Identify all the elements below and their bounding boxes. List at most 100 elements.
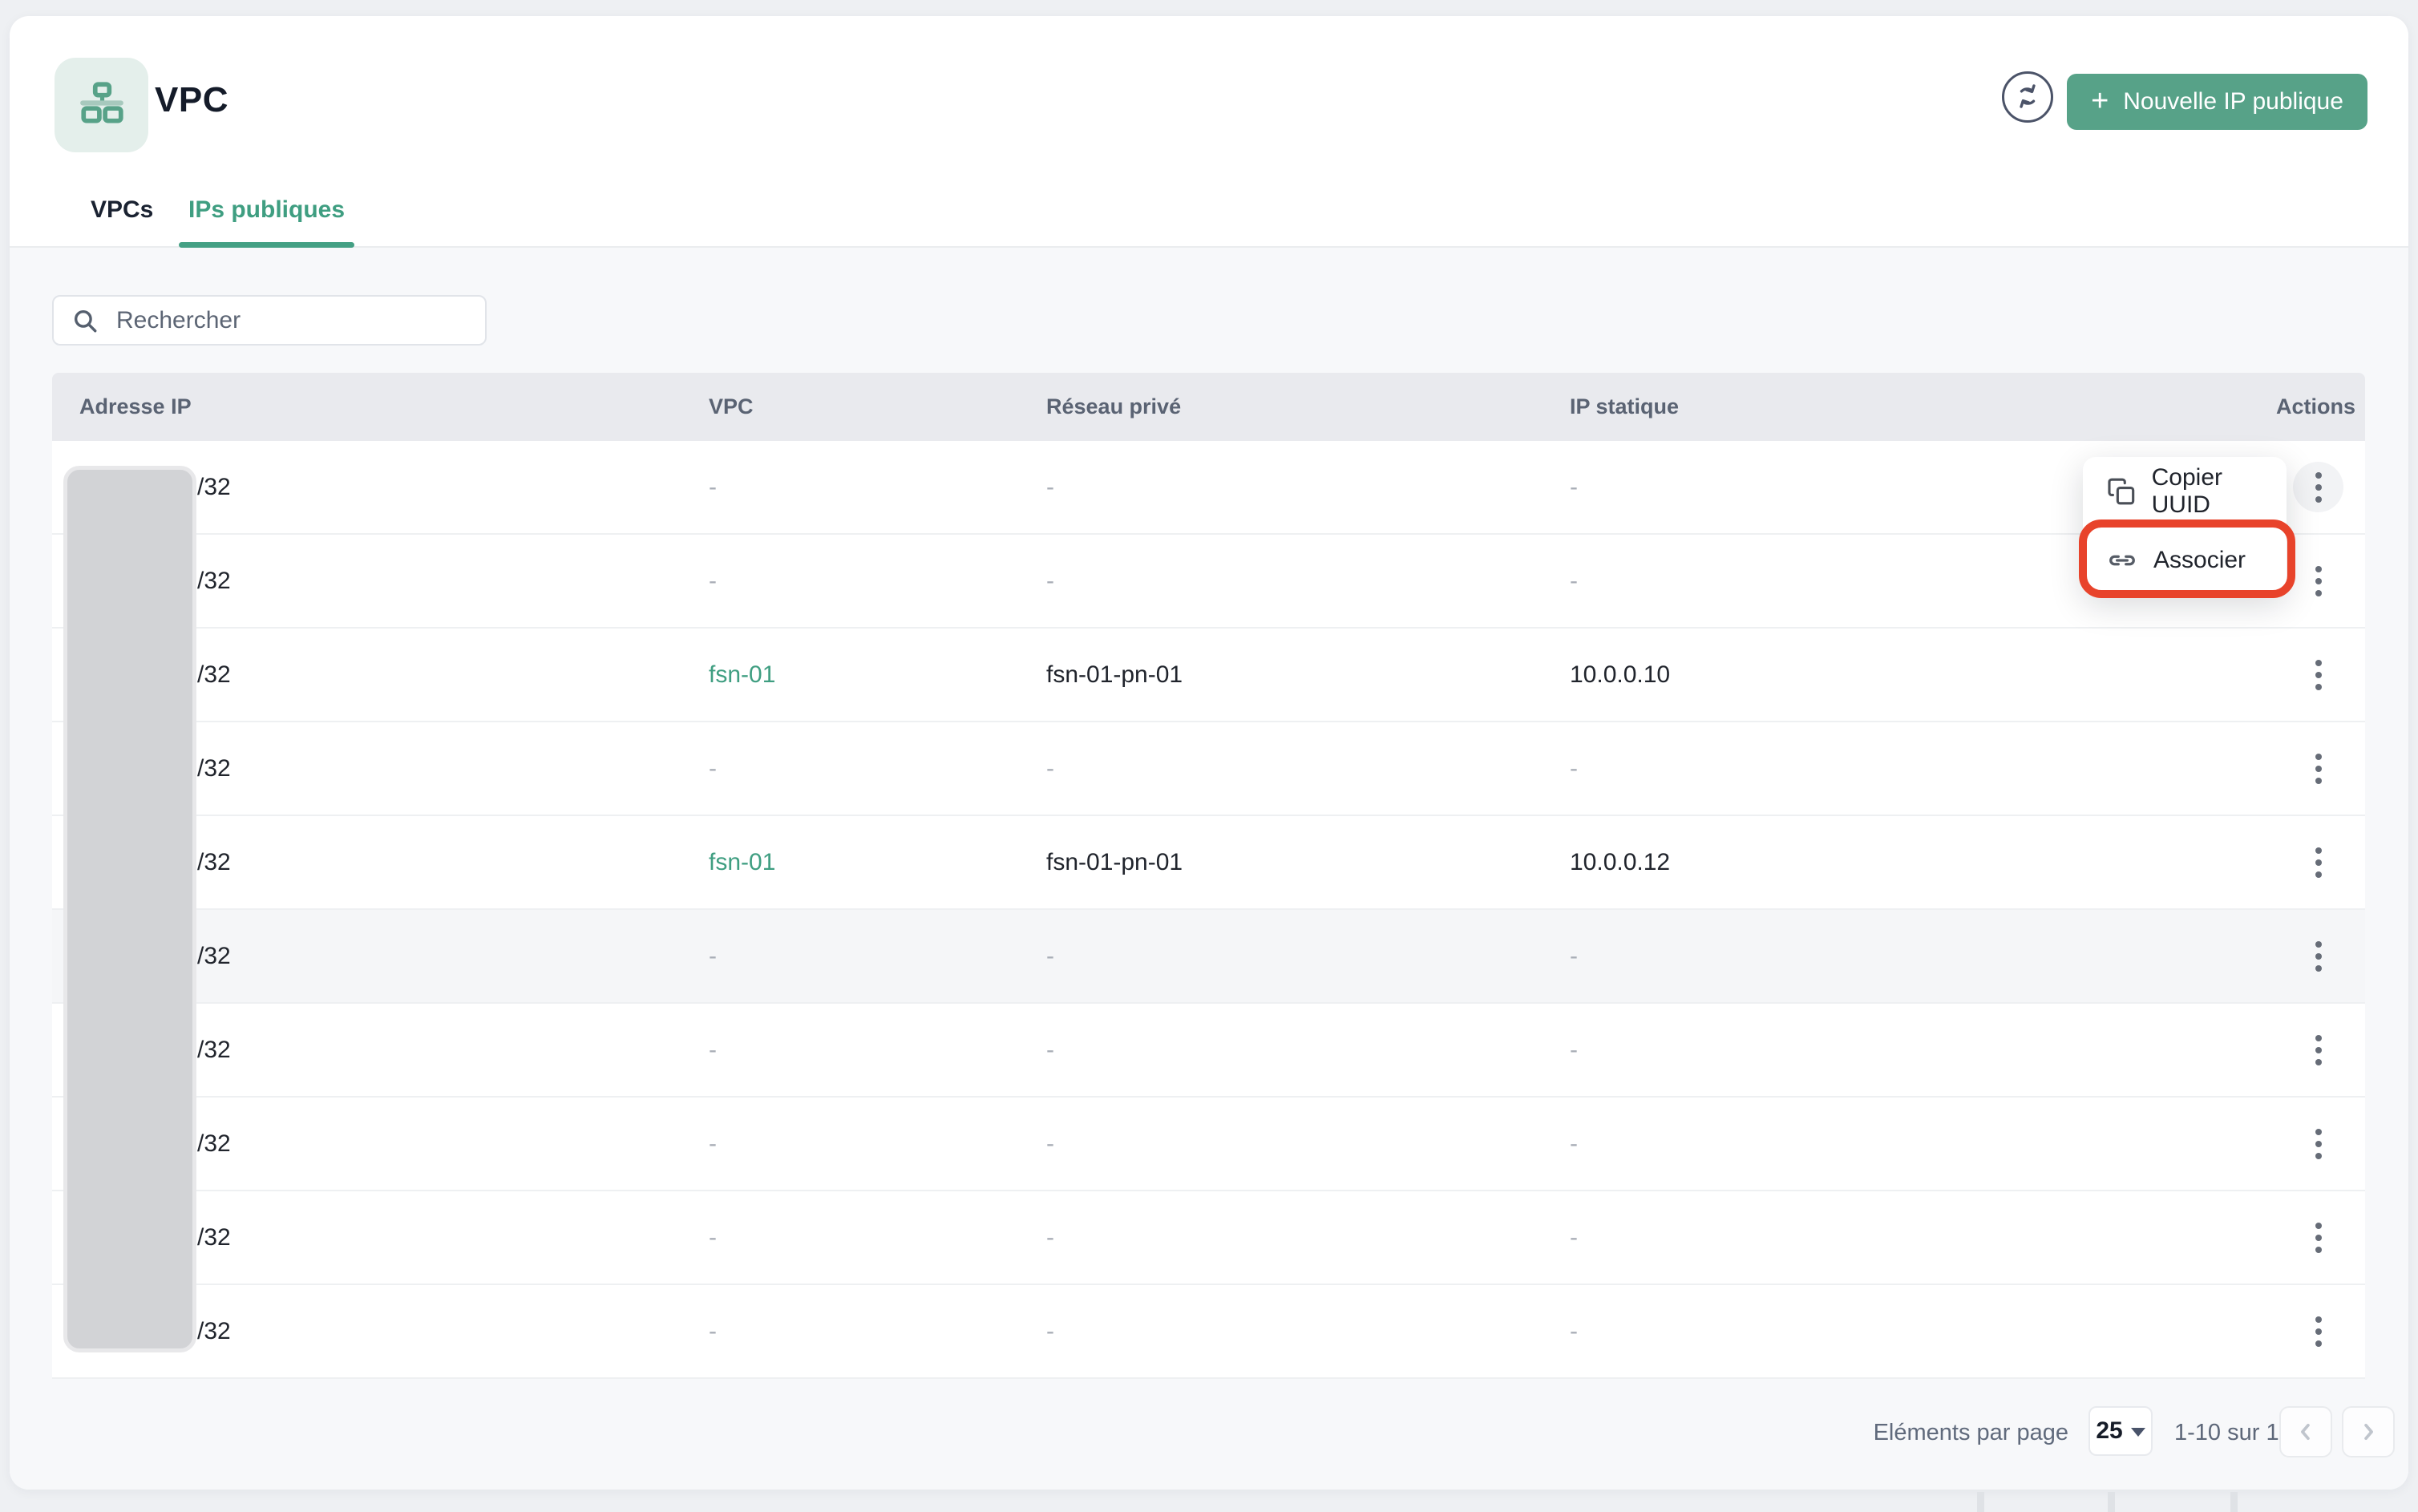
table-row: /32 - - -: [52, 910, 2365, 1004]
copy-icon: [2107, 477, 2136, 506]
kebab-dot: [2315, 484, 2322, 491]
cell-ip-address: /32: [197, 1318, 231, 1344]
page-title: VPC: [155, 80, 228, 120]
table-row: /32---: [52, 1285, 2365, 1379]
chevron-right-icon: [2357, 1421, 2380, 1443]
row-actions-kebab-button[interactable]: [2293, 743, 2343, 794]
menu-item-associer-label: Associer: [2153, 547, 2246, 574]
refresh-icon: [2014, 83, 2041, 112]
cell-private-network: -: [1046, 474, 1054, 500]
cell-private-network: -: [1046, 943, 1054, 969]
active-tab-underline: [179, 242, 354, 248]
next-page-button[interactable]: [2342, 1406, 2395, 1457]
cell-vpc: -: [709, 1224, 717, 1251]
table-row: /32---: [52, 722, 2365, 816]
row-actions-kebab-button[interactable]: [2293, 649, 2343, 700]
cell-vpc: -: [709, 1130, 717, 1157]
cell-static-ip: 10.0.0.10: [1570, 661, 1670, 688]
cell-ip-address: /32: [197, 1224, 231, 1251]
kebab-dot: [2315, 1141, 2322, 1147]
cell-private-network: fsn-01-pn-01: [1046, 661, 1183, 688]
tab-ips-publiques[interactable]: IPs publiques: [179, 196, 354, 224]
previous-page-button[interactable]: [2279, 1406, 2332, 1457]
table-row: /32fsn-01fsn-01-pn-0110.0.0.12: [52, 816, 2365, 910]
search-input[interactable]: [116, 307, 461, 334]
plus-icon: +: [2091, 86, 2109, 116]
kebab-dot: [2315, 1328, 2322, 1335]
table-row: /32 - - -: [52, 1191, 2365, 1285]
page-size-select[interactable]: 25: [2088, 1406, 2153, 1456]
kebab-dot: [2315, 1129, 2322, 1135]
row-actions-menu: Copier UUID Associer: [2083, 457, 2287, 595]
search-box[interactable]: [52, 295, 487, 346]
cell-ip-address: /32: [197, 755, 231, 782]
kebab-dot: [2315, 566, 2322, 572]
kebab-dot: [2315, 1316, 2322, 1323]
kebab-dot: [2315, 778, 2322, 784]
table-row: /32---: [52, 441, 2365, 535]
new-public-ip-label: Nouvelle IP publique: [2123, 88, 2343, 115]
new-public-ip-button[interactable]: + Nouvelle IP publique: [2067, 74, 2367, 130]
kebab-dot: [2315, 660, 2322, 666]
col-header-adresse-ip: Adresse IP: [52, 394, 709, 419]
cell-static-ip: -: [1570, 568, 1578, 594]
vpc-product-icon-tile: [55, 58, 148, 152]
row-actions-kebab-button[interactable]: [2293, 462, 2343, 512]
tab-vpcs[interactable]: VPCs: [91, 196, 153, 224]
refresh-button[interactable]: [2002, 71, 2053, 123]
cell-vpc: -: [709, 943, 717, 969]
cell-static-ip: -: [1570, 1318, 1578, 1344]
cell-private-network: -: [1046, 1224, 1054, 1251]
table-row: /32---: [52, 1098, 2365, 1191]
cell-private-network: -: [1046, 1130, 1054, 1157]
kebab-dot: [2315, 1235, 2322, 1241]
link-icon: [2107, 545, 2137, 576]
row-actions-kebab-button[interactable]: [2293, 1118, 2343, 1169]
table-row: /32---: [52, 535, 2365, 629]
col-header-actions: Actions: [2111, 394, 2365, 419]
kebab-dot: [2315, 871, 2322, 878]
kebab-dot: [2315, 578, 2322, 584]
bottom-edge-divider: [2108, 1492, 2115, 1512]
col-header-vpc: VPC: [709, 394, 1046, 419]
kebab-dot: [2315, 953, 2322, 960]
kebab-dot: [2315, 859, 2322, 866]
kebab-dot: [2315, 965, 2322, 972]
table-row: /32---: [52, 1004, 2365, 1098]
cell-private-network: -: [1046, 755, 1054, 782]
row-actions-kebab-button[interactable]: [2293, 556, 2343, 606]
search-icon: [71, 307, 99, 334]
page-size-value: 25: [2096, 1417, 2122, 1445]
cell-static-ip: -: [1570, 1037, 1578, 1063]
menu-item-associer[interactable]: Associer: [2083, 526, 2287, 595]
row-actions-kebab-button[interactable]: [2293, 931, 2343, 981]
menu-item-copy-uuid[interactable]: Copier UUID: [2083, 457, 2287, 526]
cell-ip-address: /32: [197, 943, 231, 969]
cell-static-ip: -: [1570, 1224, 1578, 1251]
cell-static-ip: -: [1570, 943, 1578, 969]
row-actions-kebab-button[interactable]: [2293, 1306, 2343, 1356]
table-header-row: Adresse IP VPC Réseau privé IP statique …: [52, 373, 2365, 441]
cell-ip-address: /32: [197, 1130, 231, 1157]
kebab-dot: [2315, 684, 2322, 690]
cell-ip-address: /32: [197, 474, 231, 500]
cell-vpc[interactable]: fsn-01: [709, 661, 775, 688]
cell-vpc[interactable]: fsn-01: [709, 849, 775, 875]
row-actions-kebab-button[interactable]: [2293, 1025, 2343, 1075]
cell-private-network: fsn-01-pn-01: [1046, 849, 1183, 875]
items-per-page-label: Eléments par page: [1874, 1420, 2068, 1446]
redacted-ip-overlay: [63, 466, 196, 1352]
cell-vpc: -: [709, 474, 717, 500]
col-header-ip-statique: IP statique: [1570, 394, 2111, 419]
public-ips-table: Adresse IP VPC Réseau privé IP statique …: [52, 373, 2365, 1379]
row-actions-kebab-button[interactable]: [2293, 837, 2343, 887]
cell-ip-address: /32: [197, 1037, 231, 1063]
kebab-dot: [2315, 472, 2322, 479]
kebab-dot: [2315, 1059, 2322, 1065]
kebab-dot: [2315, 1223, 2322, 1229]
kebab-dot: [2315, 1047, 2322, 1053]
row-actions-kebab-button[interactable]: [2293, 1212, 2343, 1263]
cell-vpc: -: [709, 1037, 717, 1063]
cell-vpc: -: [709, 1318, 717, 1344]
cell-ip-address: /32: [197, 568, 231, 594]
